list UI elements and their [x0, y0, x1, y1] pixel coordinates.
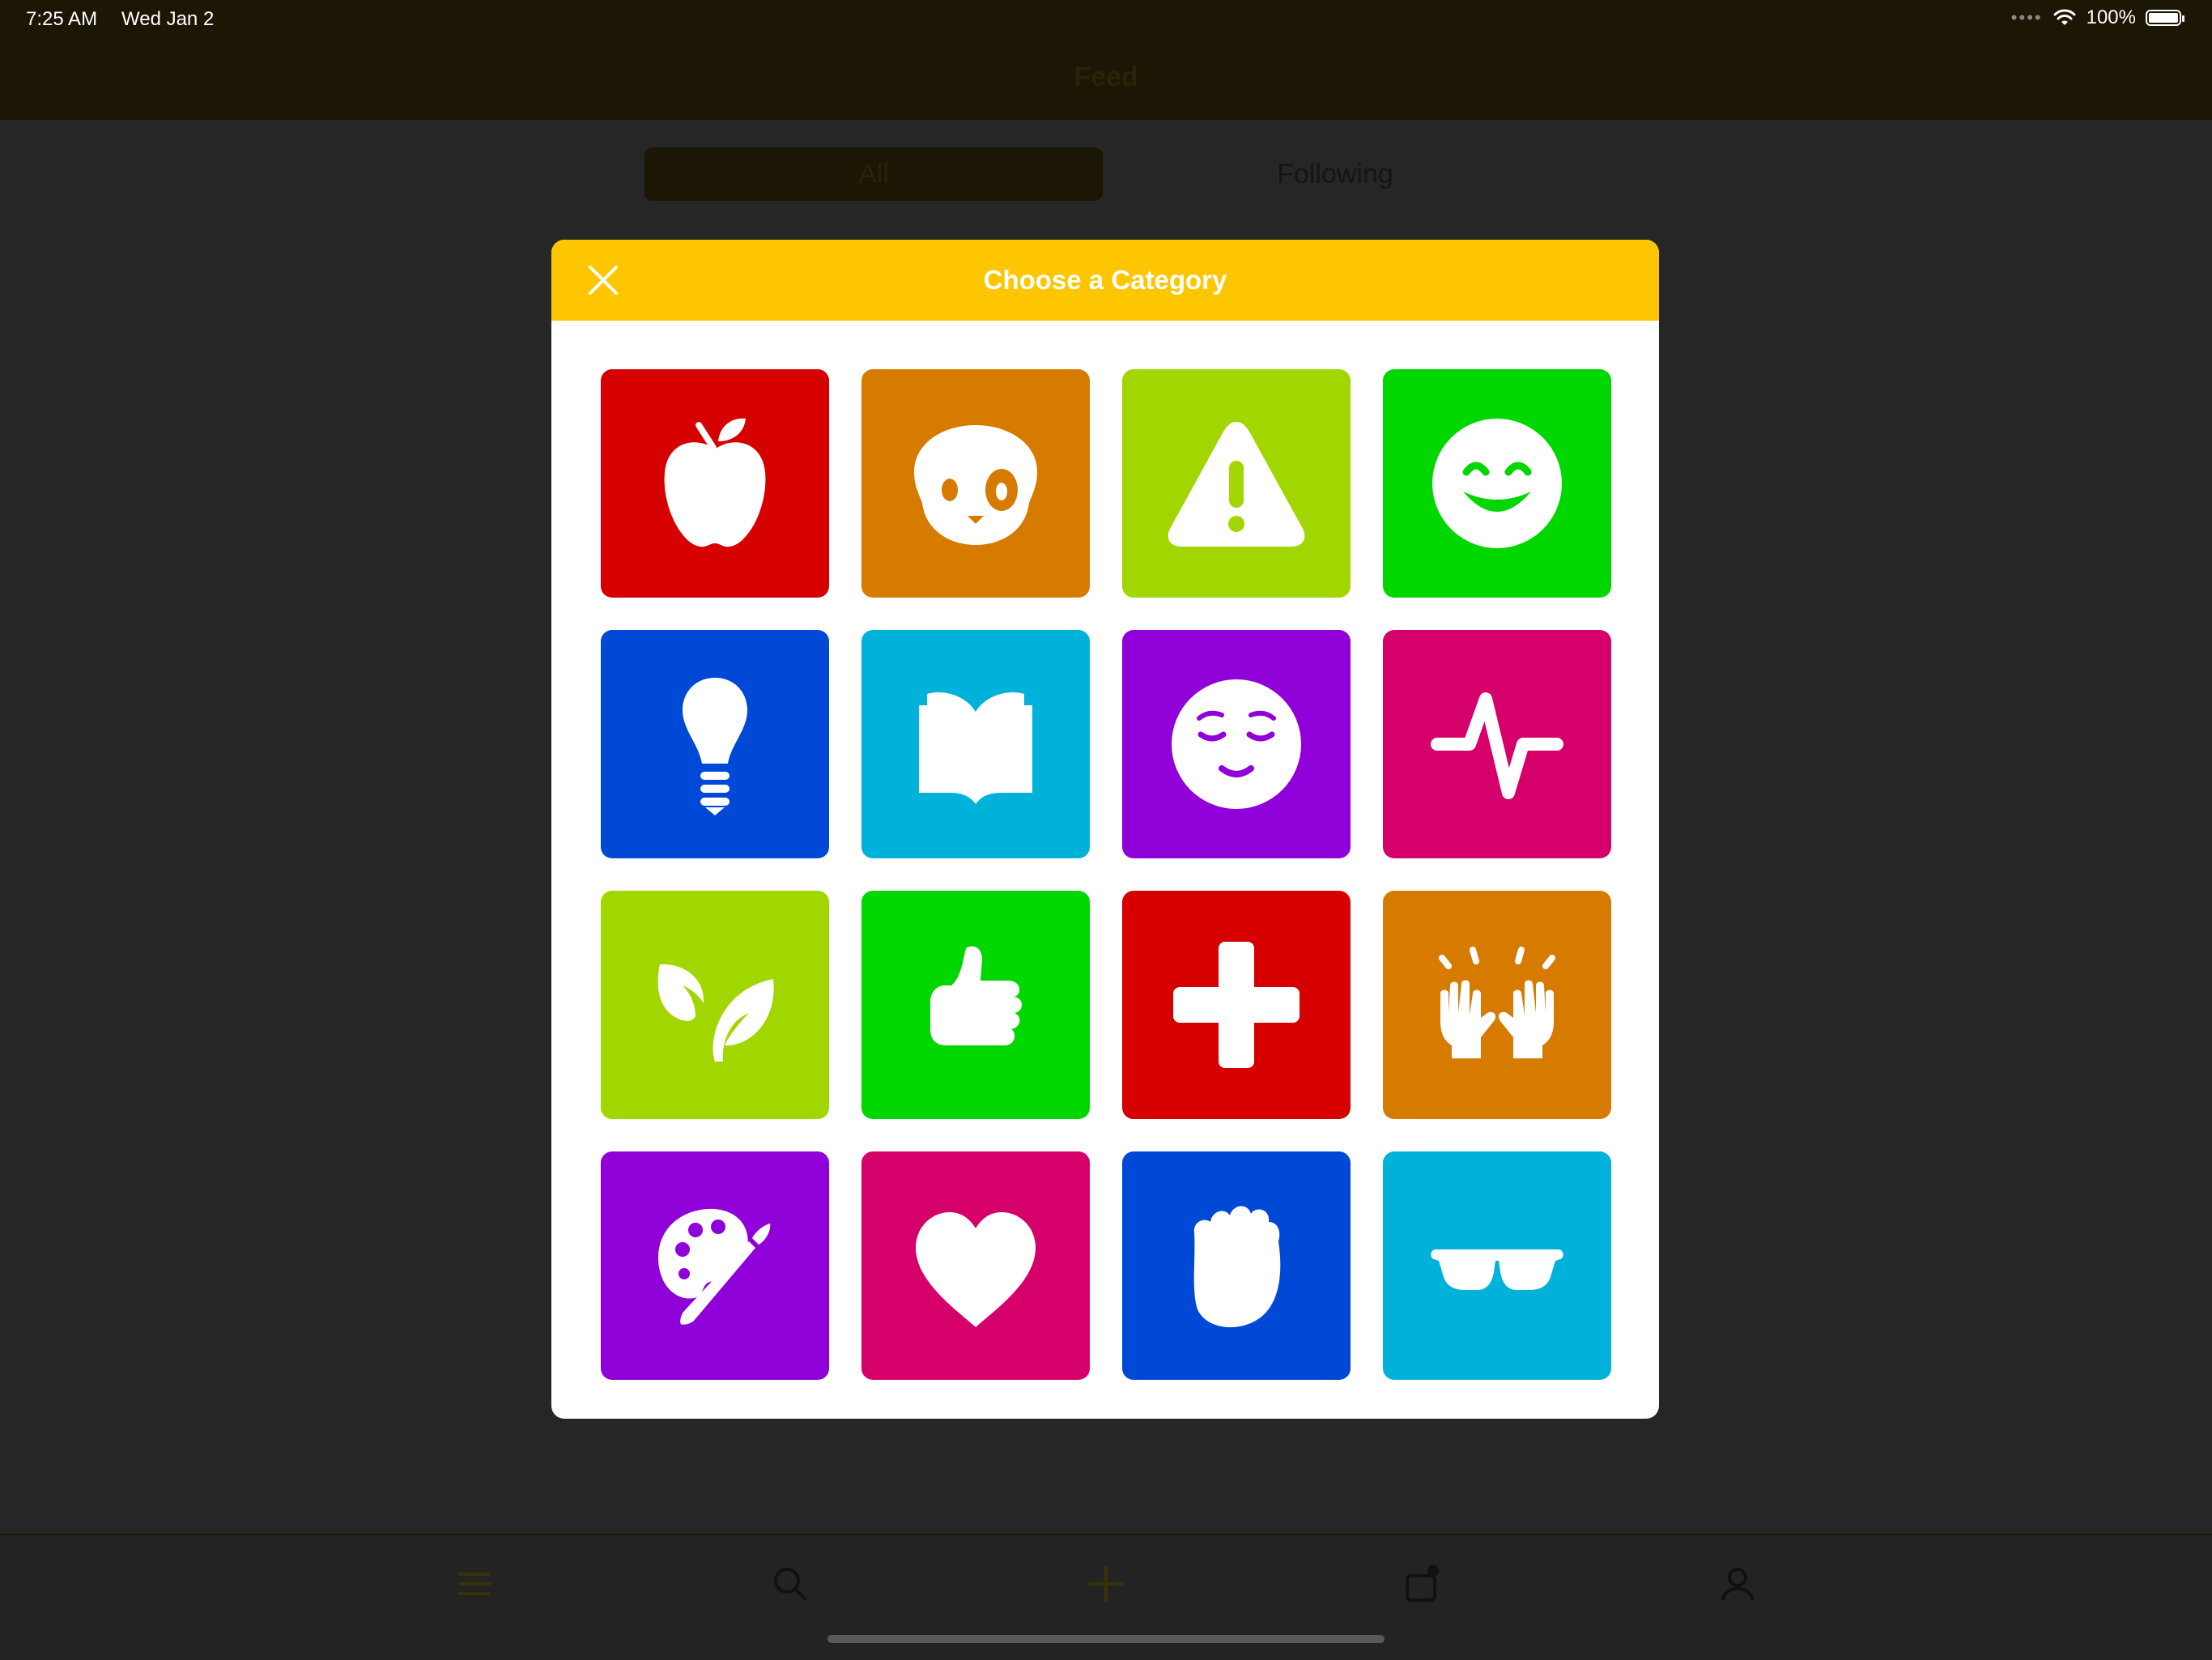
- warning-icon: [1168, 422, 1305, 547]
- leaves-icon: [657, 964, 774, 1062]
- medical-cross-icon: [1173, 942, 1300, 1068]
- category-tile-celebrate[interactable]: [1383, 891, 1611, 1119]
- category-tile-love[interactable]: [861, 1151, 1090, 1380]
- category-tile-pets[interactable]: [861, 369, 1090, 598]
- battery-icon: [2146, 10, 2184, 26]
- category-tile-strength[interactable]: [1122, 1151, 1351, 1380]
- smile-icon: [1432, 419, 1562, 548]
- multitasking-dots-icon: ••••: [2010, 7, 2043, 28]
- category-grid: [601, 369, 1611, 1380]
- modal-header: Choose a Category: [551, 240, 1659, 321]
- category-tile-reading[interactable]: [861, 630, 1090, 858]
- tab-menu[interactable]: [450, 1560, 499, 1608]
- wifi-icon: [2053, 9, 2076, 25]
- status-indicators: •••• 100%: [2010, 6, 2184, 29]
- lightbulb-icon: [683, 678, 747, 815]
- tab-bag[interactable]: [1397, 1560, 1446, 1608]
- sunglasses-icon: [1431, 1249, 1563, 1290]
- category-tile-health[interactable]: [1383, 630, 1611, 858]
- tab-add[interactable]: [1082, 1560, 1130, 1608]
- nav-title: Feed: [1074, 62, 1138, 92]
- category-modal: Choose a Category: [551, 240, 1659, 1419]
- category-tile-approval[interactable]: [861, 891, 1090, 1119]
- apple-icon: [664, 418, 766, 547]
- segment-all[interactable]: All: [644, 147, 1103, 201]
- category-tile-medical[interactable]: [1122, 891, 1351, 1119]
- thumbs-up-icon: [930, 946, 1022, 1045]
- relieved-face-icon: [1172, 679, 1301, 809]
- tab-search[interactable]: [766, 1560, 815, 1608]
- raised-hands-icon: [1439, 947, 1555, 1058]
- category-tile-happy[interactable]: [1383, 369, 1611, 598]
- category-tile-art[interactable]: [601, 1151, 829, 1380]
- status-date: Wed Jan 2: [121, 8, 215, 30]
- search-icon: [774, 1568, 806, 1600]
- add-icon: [1088, 1566, 1124, 1602]
- tab-profile[interactable]: [1713, 1560, 1762, 1608]
- menu-icon: [458, 1573, 491, 1595]
- heart-icon: [916, 1212, 1036, 1327]
- feed-segmented-control: All Following: [644, 147, 1568, 201]
- category-tile-cool[interactable]: [1383, 1151, 1611, 1380]
- battery-percent: 100%: [2086, 6, 2136, 28]
- profile-icon: [1721, 1568, 1754, 1601]
- home-indicator: [827, 1635, 1385, 1643]
- category-tile-nature[interactable]: [601, 891, 829, 1119]
- shopping-bag-icon: [1406, 1565, 1439, 1602]
- fist-icon: [1193, 1206, 1281, 1328]
- top-bar: 7:25 AM Wed Jan 2 •••• 100% Feed: [0, 0, 2212, 120]
- modal-title: Choose a Category: [983, 265, 1227, 295]
- category-tile-calm[interactable]: [1122, 630, 1351, 858]
- palette-icon: [658, 1208, 771, 1325]
- segment-following[interactable]: Following: [1103, 147, 1568, 201]
- dog-icon: [914, 425, 1037, 545]
- category-tile-warning[interactable]: [1122, 369, 1351, 598]
- book-icon: [919, 692, 1032, 804]
- heartbeat-icon: [1431, 692, 1563, 799]
- category-tile-apple[interactable]: [601, 369, 829, 598]
- status-time: 7:25 AM: [26, 8, 98, 30]
- category-tile-ideas[interactable]: [601, 630, 829, 858]
